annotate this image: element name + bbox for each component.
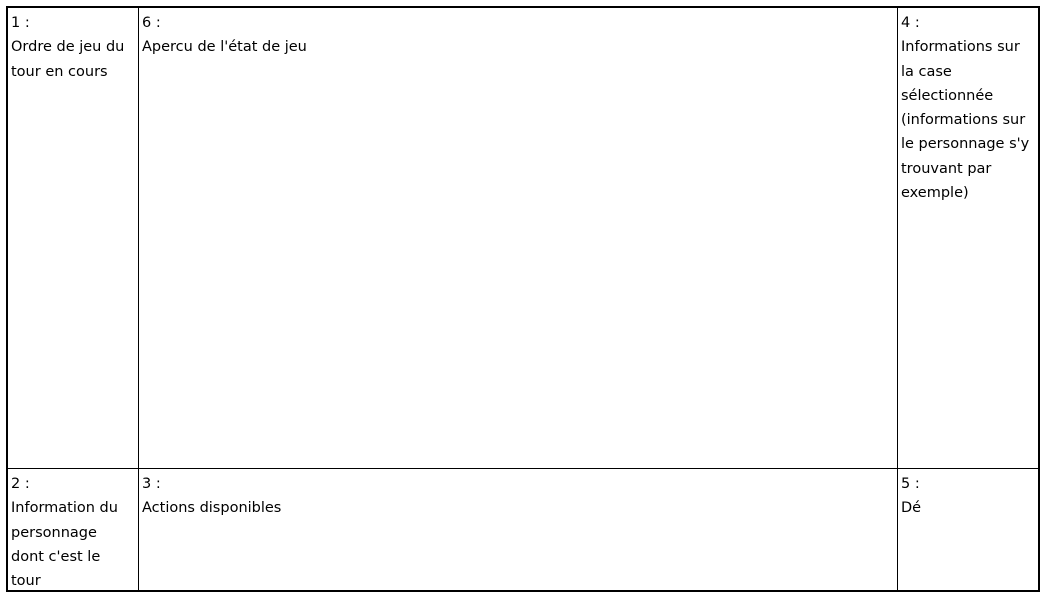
zone-3-label: Actions disponibles	[142, 500, 282, 517]
zone-6-game-state-overview: 6 : Apercu de l'état de jeu	[139, 8, 898, 469]
interface-layout-grid: 1 : Ordre de jeu du tour en cours 6 : Ap…	[6, 6, 1040, 592]
zone-4-number: 4 :	[901, 15, 920, 31]
zone-5-number: 5 :	[901, 476, 920, 492]
zone-6-label: Apercu de l'état de jeu	[142, 39, 307, 56]
zone-2-current-character-info: 2 : Information du personnage dont c'est…	[8, 469, 139, 590]
zone-6-number: 6 :	[142, 15, 161, 31]
zone-2-number: 2 :	[11, 476, 30, 492]
zone-3-available-actions: 3 : Actions disponibles	[139, 469, 898, 590]
zone-1-label: Ordre de jeu du tour en cours	[11, 39, 125, 80]
zone-4-label: Informations sur la case sélectionnée (i…	[901, 39, 1030, 202]
zone-3-number: 3 :	[142, 476, 161, 492]
zone-1-number: 1 :	[11, 15, 30, 31]
zone-4-selected-cell-info: 4 : Informations sur la case sélectionné…	[898, 8, 1038, 469]
zone-1-turn-order: 1 : Ordre de jeu du tour en cours	[8, 8, 139, 469]
zone-5-dice: 5 : Dé	[898, 469, 1038, 590]
zone-2-label: Information du personnage dont c'est le …	[11, 500, 118, 590]
zone-5-label: Dé	[901, 500, 922, 517]
